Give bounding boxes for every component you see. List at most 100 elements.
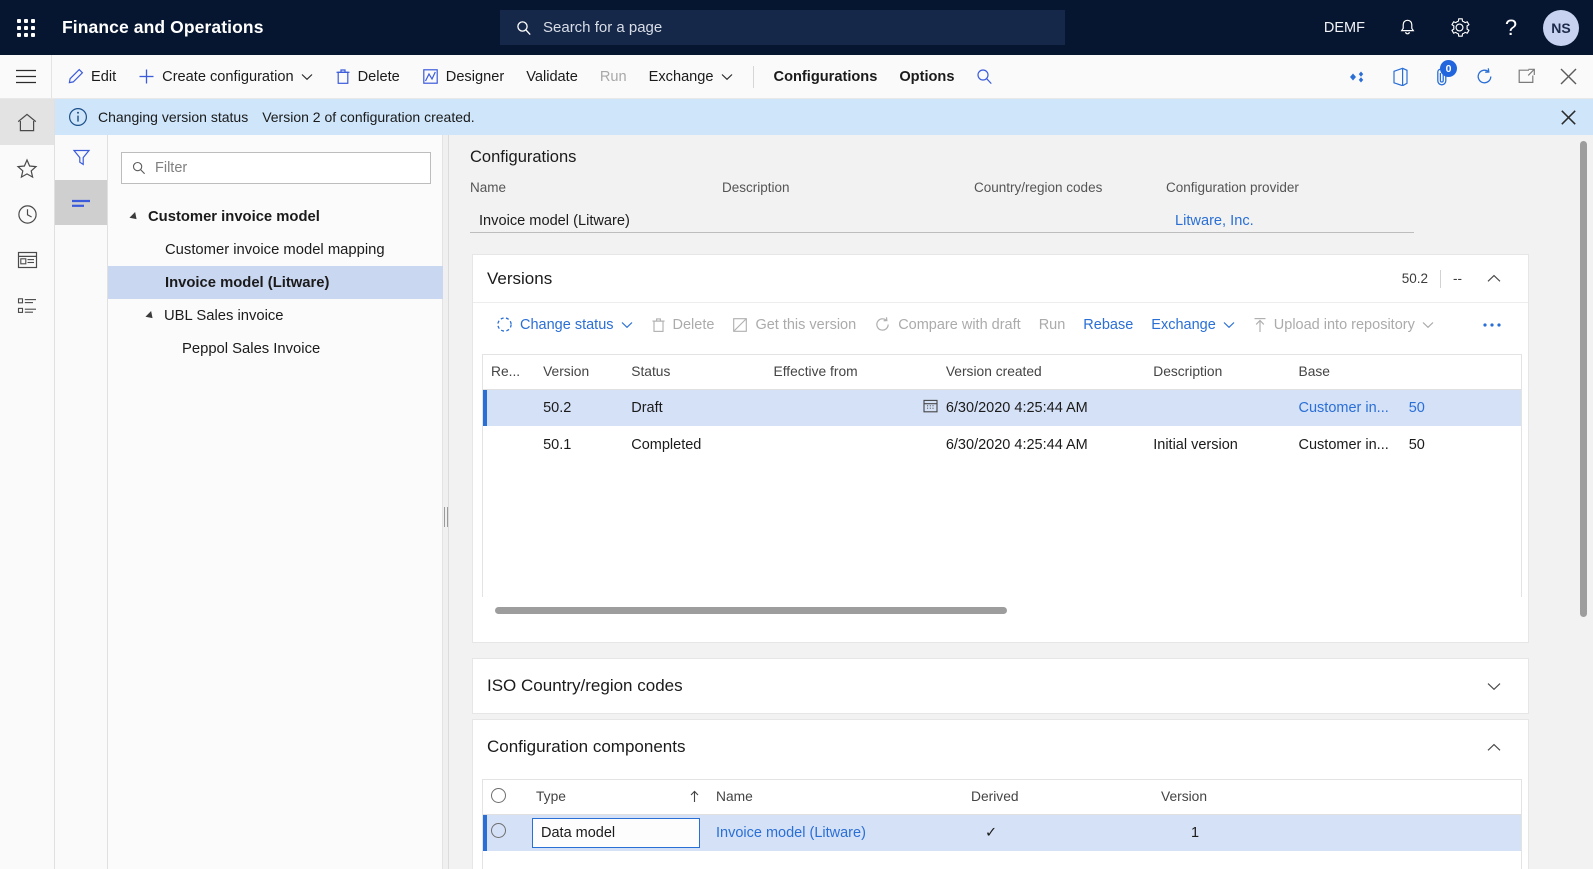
column-header-effective-from[interactable]: Effective from (765, 355, 938, 390)
field-name-value[interactable]: Invoice model (Litware) (470, 205, 722, 233)
delete-button[interactable]: Delete (324, 55, 411, 98)
table-row[interactable]: Data model Invoice model (Litware) ✓ 1 (483, 814, 1521, 851)
calendar-icon[interactable] (923, 398, 938, 413)
close-page-button[interactable] (1547, 55, 1589, 98)
company-selector[interactable]: DEMF (1308, 0, 1381, 55)
tree-filter-box[interactable]: Filter (121, 152, 431, 184)
notifications-button[interactable] (1381, 0, 1433, 55)
column-header-version[interactable]: Version (535, 355, 624, 390)
rail-item-recent[interactable] (0, 191, 54, 237)
rail-item-home[interactable] (0, 99, 54, 145)
cell-name[interactable]: Invoice model (Litware) (708, 814, 963, 851)
tree-node-ubl-sales-invoice[interactable]: UBL Sales invoice (108, 299, 443, 332)
versions-collapse-button[interactable] (1474, 259, 1514, 299)
validate-button[interactable]: Validate (515, 55, 589, 98)
rail-item-workspaces[interactable] (0, 237, 54, 283)
iso-country-region-codes-card[interactable]: ISO Country/region codes (472, 658, 1529, 714)
column-header-version[interactable]: Version (1153, 780, 1521, 815)
command-search-button[interactable] (965, 55, 1004, 98)
iso-expand-button[interactable] (1474, 666, 1514, 706)
search-input[interactable]: Search for a page (543, 19, 662, 36)
field-description-value[interactable] (722, 205, 974, 233)
component-name-link[interactable]: Invoice model (Litware) (716, 825, 866, 841)
tree-node-invoice-model-litware[interactable]: Invoice model (Litware) (108, 266, 443, 299)
edit-button[interactable]: Edit (56, 55, 127, 98)
column-header-name[interactable]: Name (708, 780, 963, 815)
cell-version[interactable]: 50.2 (535, 389, 624, 426)
cell-version[interactable]: 50.1 (535, 426, 623, 463)
page-search-box[interactable]: Search for a page (500, 10, 1065, 45)
create-configuration-button[interactable]: Create configuration (127, 55, 323, 98)
column-header-derived[interactable]: Derived (963, 780, 1153, 815)
cell-base-version[interactable]: 50 (1401, 426, 1521, 463)
navigation-menu-button[interactable] (0, 55, 52, 98)
table-row[interactable]: 50.1 Completed 6/30/2020 4:25:44 AM Init… (483, 426, 1521, 463)
scrollbar-thumb[interactable] (1580, 141, 1587, 617)
column-header-type[interactable]: Type (528, 780, 708, 815)
popout-button[interactable] (1505, 55, 1547, 98)
cell-description[interactable]: Initial version (1145, 426, 1290, 463)
tree-node-customer-invoice-model[interactable]: Customer invoice model (108, 200, 443, 233)
column-header-base[interactable]: Base (1290, 355, 1401, 390)
scrollbar-thumb[interactable] (495, 607, 1007, 614)
cell-status[interactable]: Draft (623, 389, 766, 426)
base-link[interactable]: Customer in... (1299, 400, 1389, 416)
settings-button[interactable] (1433, 0, 1485, 55)
column-header-base-version[interactable] (1400, 355, 1521, 390)
versions-horizontal-scrollbar[interactable] (495, 607, 1510, 614)
components-collapse-button[interactable] (1474, 727, 1514, 767)
main-vertical-scrollbar[interactable] (1580, 141, 1587, 617)
tree-filter-input[interactable]: Filter (155, 160, 187, 176)
cell-version[interactable]: 1 (1153, 814, 1521, 851)
message-close-button[interactable] (1543, 99, 1593, 135)
column-header-description[interactable]: Description (1145, 355, 1291, 390)
cell-description[interactable] (1145, 389, 1291, 426)
expand-caret-icon[interactable] (129, 211, 140, 222)
cell-effective-from[interactable] (766, 426, 938, 463)
cell-base[interactable]: Customer in... (1290, 389, 1401, 426)
versions-grid-toolbar: Change status Delete Get this version Co… (473, 302, 1528, 346)
table-row[interactable]: 50.2 Draft 6/30/2020 4:25:44 AM Customer… (483, 389, 1521, 426)
column-header-version-created[interactable]: Version created (937, 355, 1146, 390)
attachments-button[interactable]: 0 (1421, 55, 1463, 98)
tab-configurations[interactable]: Configurations (763, 55, 889, 98)
cell-type[interactable]: Data model (528, 814, 708, 851)
iso-card-header[interactable]: ISO Country/region codes (473, 659, 1528, 713)
expand-caret-icon[interactable] (145, 310, 156, 321)
refresh-button[interactable] (1463, 55, 1505, 98)
field-country-region-codes-value[interactable] (974, 205, 1166, 233)
list-pane-button[interactable] (55, 180, 107, 225)
app-launcher-button[interactable] (0, 0, 52, 55)
cell-version-created[interactable]: 6/30/2020 4:25:44 AM (937, 389, 1146, 426)
office-button[interactable] (1379, 55, 1421, 98)
column-header-status[interactable]: Status (623, 355, 766, 390)
cell-base[interactable]: Customer in... (1291, 426, 1401, 463)
column-header-re[interactable]: Re... (483, 355, 536, 390)
tab-options[interactable]: Options (888, 55, 965, 98)
user-avatar[interactable]: NS (1543, 9, 1579, 46)
tree-node-peppol-sales-invoice[interactable]: Peppol Sales Invoice (108, 332, 443, 365)
cell-version-created[interactable]: 6/30/2020 4:25:44 AM (938, 426, 1145, 463)
cell-effective-from[interactable] (765, 389, 938, 426)
designer-button[interactable]: Designer (411, 55, 515, 98)
radio-icon[interactable] (491, 787, 506, 803)
tree-node-customer-invoice-model-mapping[interactable]: Customer invoice model mapping (108, 233, 443, 266)
rebase-button[interactable]: Rebase (1074, 308, 1142, 342)
help-button[interactable]: ? (1485, 0, 1537, 55)
versions-overflow-button[interactable] (1473, 308, 1511, 342)
base-version-link[interactable]: 50 (1409, 400, 1425, 416)
change-status-button[interactable]: Change status (487, 308, 642, 342)
filter-pane-button[interactable] (55, 135, 107, 180)
column-header-select-all[interactable] (483, 780, 528, 815)
field-configuration-provider-value[interactable]: Litware, Inc. (1166, 205, 1414, 233)
relationships-button[interactable] (1337, 55, 1379, 98)
radio-icon[interactable] (491, 823, 506, 839)
exchange-menu-button[interactable]: Exchange (638, 55, 744, 98)
versions-exchange-button[interactable]: Exchange (1142, 308, 1244, 342)
cell-base-version[interactable]: 50 (1400, 389, 1521, 426)
cell-status[interactable]: Completed (623, 426, 765, 463)
type-input[interactable]: Data model (532, 817, 700, 848)
rail-item-favorites[interactable] (0, 145, 54, 191)
cell-row-select[interactable] (483, 814, 528, 851)
rail-item-modules[interactable] (0, 283, 54, 329)
